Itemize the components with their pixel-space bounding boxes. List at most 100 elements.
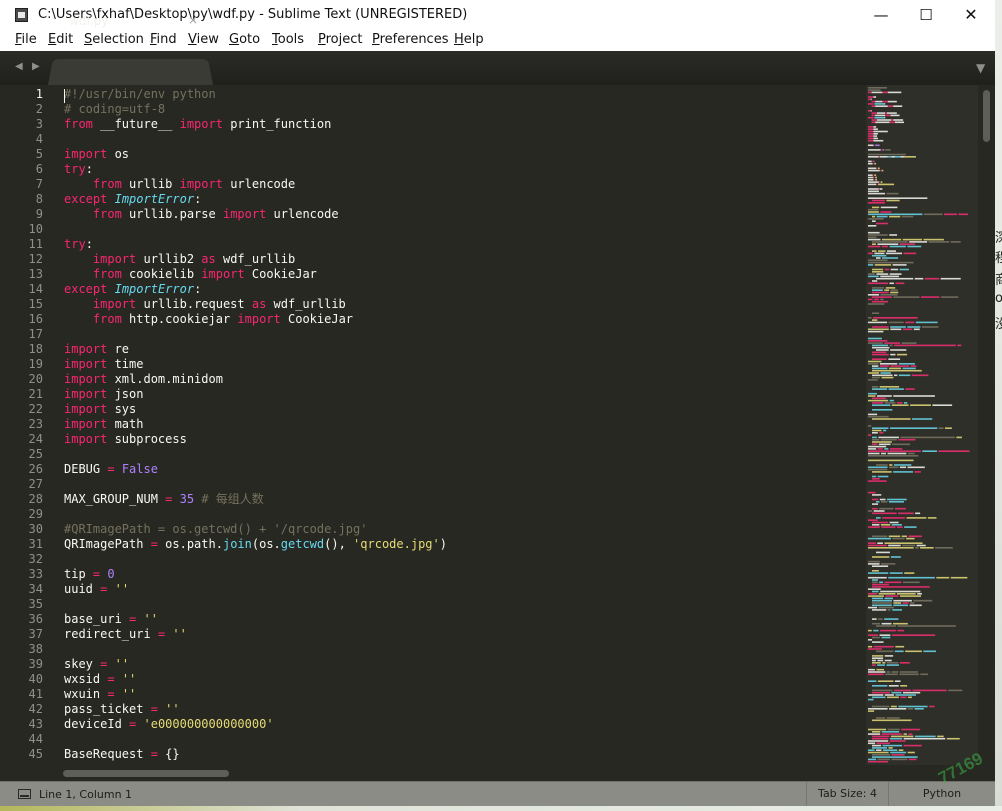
code-line[interactable]: from urllib.parse import urlencode bbox=[64, 207, 339, 222]
code-token: 0 bbox=[107, 567, 115, 581]
menu-preferences[interactable]: Preferences bbox=[372, 32, 448, 47]
code-line[interactable]: import math bbox=[64, 417, 143, 432]
code-token: os.path. bbox=[157, 537, 223, 551]
maximize-button[interactable]: ☐ bbox=[903, 0, 949, 31]
line-number: 2 bbox=[35, 102, 43, 116]
code-line[interactable]: MAX_GROUP_NUM = 35 # 每组人数 bbox=[64, 492, 264, 507]
menu-goto[interactable]: Goto bbox=[229, 32, 260, 47]
menu-help[interactable]: Help bbox=[454, 32, 484, 47]
desktop-text-fragment: 深 bbox=[995, 231, 1002, 246]
desktop-text-fragment: 程 bbox=[995, 251, 1002, 266]
line-number: 32 bbox=[28, 552, 43, 566]
code-token: #!/usr/bin/env python bbox=[64, 87, 216, 101]
menu-view[interactable]: View bbox=[188, 32, 219, 47]
code-token: '' bbox=[165, 702, 180, 716]
code-token: os bbox=[107, 147, 130, 161]
code-token: cookielib bbox=[121, 267, 202, 281]
code-token: except bbox=[64, 282, 108, 296]
code-token: from bbox=[92, 177, 122, 191]
code-line[interactable]: try: bbox=[64, 237, 93, 252]
code-line[interactable]: #QRImagePath = os.getcwd() + '/qrcode.jp… bbox=[64, 522, 367, 537]
code-line[interactable]: #!/usr/bin/env python bbox=[64, 87, 216, 102]
line-number: 14 bbox=[28, 282, 43, 296]
code-token: CookieJar bbox=[244, 267, 317, 281]
code-line[interactable]: import sys bbox=[64, 402, 136, 417]
code-token: import bbox=[64, 402, 108, 416]
code-line[interactable]: except ImportError: bbox=[64, 282, 201, 297]
code-token: import bbox=[64, 147, 108, 161]
code-line[interactable]: try: bbox=[64, 162, 93, 177]
status-bar: Line 1, Column 1 Tab Size: 4 Python bbox=[0, 781, 995, 806]
code-line[interactable]: from __future__ import print_function bbox=[64, 117, 331, 132]
code-token: from bbox=[92, 207, 122, 221]
code-line[interactable]: import re bbox=[64, 342, 129, 357]
code-token: = bbox=[150, 537, 158, 551]
code-line[interactable]: pass_ticket = '' bbox=[64, 702, 180, 717]
line-number: 43 bbox=[28, 717, 43, 731]
code-line[interactable]: from cookielib import CookieJar bbox=[64, 267, 317, 282]
horizontal-scroll-thumb[interactable] bbox=[63, 770, 229, 777]
code-editor[interactable]: #!/usr/bin/env python # coding=utf-8 from … bbox=[58, 85, 866, 767]
code-line[interactable]: DEBUG = False bbox=[64, 462, 158, 477]
minimap-viewport[interactable] bbox=[866, 85, 978, 765]
tab-label[interactable]: wdf.py bbox=[69, 14, 108, 28]
tab-close-icon[interactable]: × bbox=[188, 13, 198, 27]
menu-find[interactable]: Find bbox=[150, 32, 177, 47]
panel-toggle-icon[interactable] bbox=[18, 789, 31, 799]
code-line[interactable]: import os bbox=[64, 147, 129, 162]
code-line[interactable]: from http.cookiejar import CookieJar bbox=[64, 312, 353, 327]
menu-edit[interactable]: Edit bbox=[48, 32, 73, 47]
code-line[interactable]: QRImagePath = os.path.join(os.getcwd(), … bbox=[64, 537, 447, 552]
code-line[interactable]: BaseRequest = {} bbox=[64, 747, 180, 762]
code-token: BaseRequest bbox=[64, 747, 151, 761]
vertical-scrollbar[interactable] bbox=[978, 85, 995, 767]
line-number: 44 bbox=[28, 732, 43, 746]
code-token: : bbox=[85, 237, 93, 251]
code-line[interactable]: wxuin = '' bbox=[64, 687, 136, 702]
code-line[interactable]: import json bbox=[64, 387, 143, 402]
code-token: 'qrcode.jpg' bbox=[353, 537, 440, 551]
line-number: 23 bbox=[28, 417, 43, 431]
code-line[interactable]: redirect_uri = '' bbox=[64, 627, 187, 642]
code-token: from bbox=[92, 267, 122, 281]
menu-file[interactable]: File bbox=[15, 32, 37, 47]
menu-selection[interactable]: Selection bbox=[84, 32, 144, 47]
menu-tools[interactable]: Tools bbox=[272, 32, 304, 47]
tab-wdf-py[interactable] bbox=[48, 58, 213, 85]
code-token: import bbox=[64, 342, 108, 356]
code-token: from bbox=[92, 312, 122, 326]
code-token: # coding=utf-8 bbox=[64, 102, 166, 116]
close-button[interactable]: ✕ bbox=[948, 0, 994, 31]
title-bar[interactable]: C:\Users\fxhaf\Desktop\py\wdf.py - Subli… bbox=[0, 0, 995, 31]
code-line[interactable]: import subprocess bbox=[64, 432, 187, 447]
app-icon bbox=[15, 8, 28, 22]
vertical-scroll-thumb[interactable] bbox=[983, 90, 990, 142]
tab-nav-left-icon[interactable]: ◀ bbox=[15, 61, 23, 72]
minimize-button[interactable]: — bbox=[858, 0, 904, 31]
menu-project[interactable]: Project bbox=[318, 32, 363, 47]
tab-dropdown-icon[interactable]: ▼ bbox=[976, 61, 985, 75]
code-line[interactable]: import urllib.request as wdf_urllib bbox=[64, 297, 346, 312]
code-token: pass_ticket bbox=[64, 702, 151, 716]
code-token: as bbox=[201, 252, 216, 266]
code-line[interactable]: wxsid = '' bbox=[64, 672, 136, 687]
code-line[interactable]: import urllib2 as wdf_urllib bbox=[64, 252, 295, 267]
code-line[interactable]: import time bbox=[64, 357, 143, 372]
code-line[interactable]: from urllib import urlencode bbox=[64, 177, 295, 192]
code-token: 'e000000000000000' bbox=[143, 717, 274, 731]
code-line[interactable]: tip = 0 bbox=[64, 567, 115, 582]
tab-nav-right-icon[interactable]: ▶ bbox=[32, 61, 40, 72]
line-number: 15 bbox=[28, 297, 43, 311]
code-line[interactable]: deviceId = 'e000000000000000' bbox=[64, 717, 274, 732]
code-token: '' bbox=[114, 582, 130, 596]
code-line[interactable]: base_uri = '' bbox=[64, 612, 158, 627]
tab-size-selector[interactable]: Tab Size: 4 bbox=[806, 782, 888, 806]
code-line[interactable]: uuid = '' bbox=[64, 582, 129, 597]
line-number: 9 bbox=[35, 207, 43, 221]
code-line[interactable]: import xml.dom.minidom bbox=[64, 372, 223, 387]
code-line[interactable]: # coding=utf-8 bbox=[64, 102, 165, 117]
code-line[interactable]: skey = '' bbox=[64, 657, 129, 672]
code-line[interactable]: except ImportError: bbox=[64, 192, 201, 207]
